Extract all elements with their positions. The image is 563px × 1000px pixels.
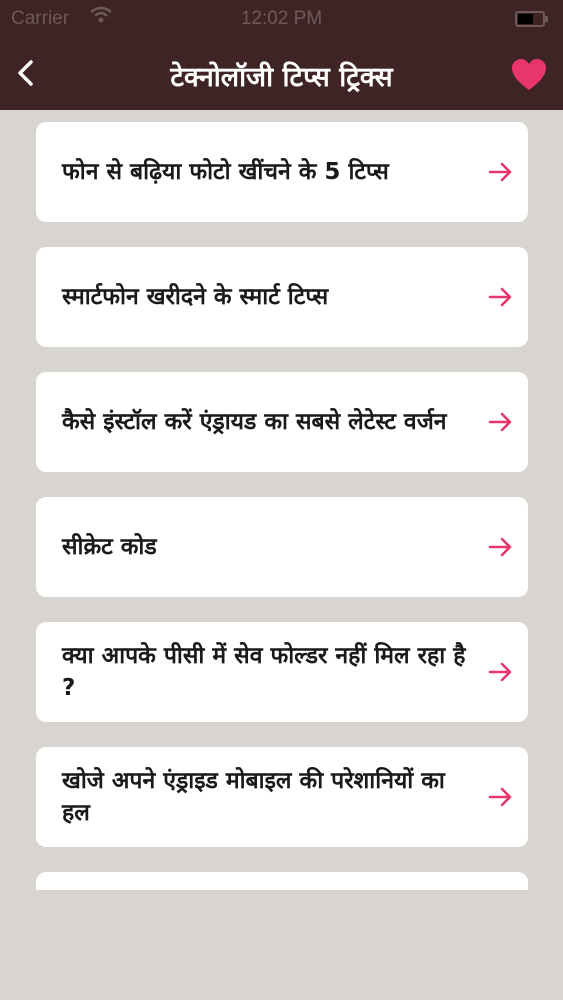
status-bar: Carrier 12:02 PM: [0, 0, 563, 38]
list-item-label: स्मार्टफोन खरीदने के स्मार्ट टिप्स: [62, 283, 329, 310]
list-item[interactable]: स्मार्टफोन खरीदने के स्मार्ट टिप्स: [36, 247, 528, 347]
navigation-bar: टेक्नोलॉजी टिप्स ट्रिक्स: [0, 38, 563, 110]
list-item-label: खोजे अपने एंड्राइड मोबाइल की परेशानियों …: [62, 767, 445, 826]
arrow-right-icon: [488, 412, 512, 432]
list-item[interactable]: फोन से बढ़िया फोटो खींचने के 5 टिप्स: [36, 122, 528, 222]
list-item[interactable]: क्या आपके पीसी में सेव फोल्डर नहीं मिल र…: [36, 622, 528, 722]
clock: 12:02 PM: [240, 8, 323, 29]
arrow-right-icon: [488, 537, 512, 557]
page-title: टेक्नोलॉजी टिप्स ट्रिक्स: [170, 62, 393, 93]
arrow-right-icon: [488, 162, 512, 182]
heart-icon[interactable]: [511, 58, 547, 92]
list-item-label: कैसे इंस्टॉल करें एंड्रायड का सबसे लेटेस…: [62, 408, 447, 435]
list-item[interactable]: सीक्रेट कोड: [36, 497, 528, 597]
list-item[interactable]: खोजे अपने एंड्राइड मोबाइल की परेशानियों …: [36, 747, 528, 847]
list-item-partial[interactable]: [36, 872, 528, 890]
tips-list: फोन से बढ़िया फोटो खींचने के 5 टिप्स स्म…: [36, 122, 528, 890]
back-chevron-icon[interactable]: [14, 58, 36, 88]
list-item-label: सीक्रेट कोड: [62, 533, 157, 560]
arrow-right-icon: [488, 662, 512, 682]
list-item[interactable]: कैसे इंस्टॉल करें एंड्रायड का सबसे लेटेस…: [36, 372, 528, 472]
arrow-right-icon: [488, 787, 512, 807]
arrow-right-icon: [488, 287, 512, 307]
battery-icon: [515, 11, 548, 27]
list-item-label: फोन से बढ़िया फोटो खींचने के 5 टिप्स: [62, 158, 389, 185]
list-item-label: क्या आपके पीसी में सेव फोल्डर नहीं मिल र…: [62, 642, 466, 701]
